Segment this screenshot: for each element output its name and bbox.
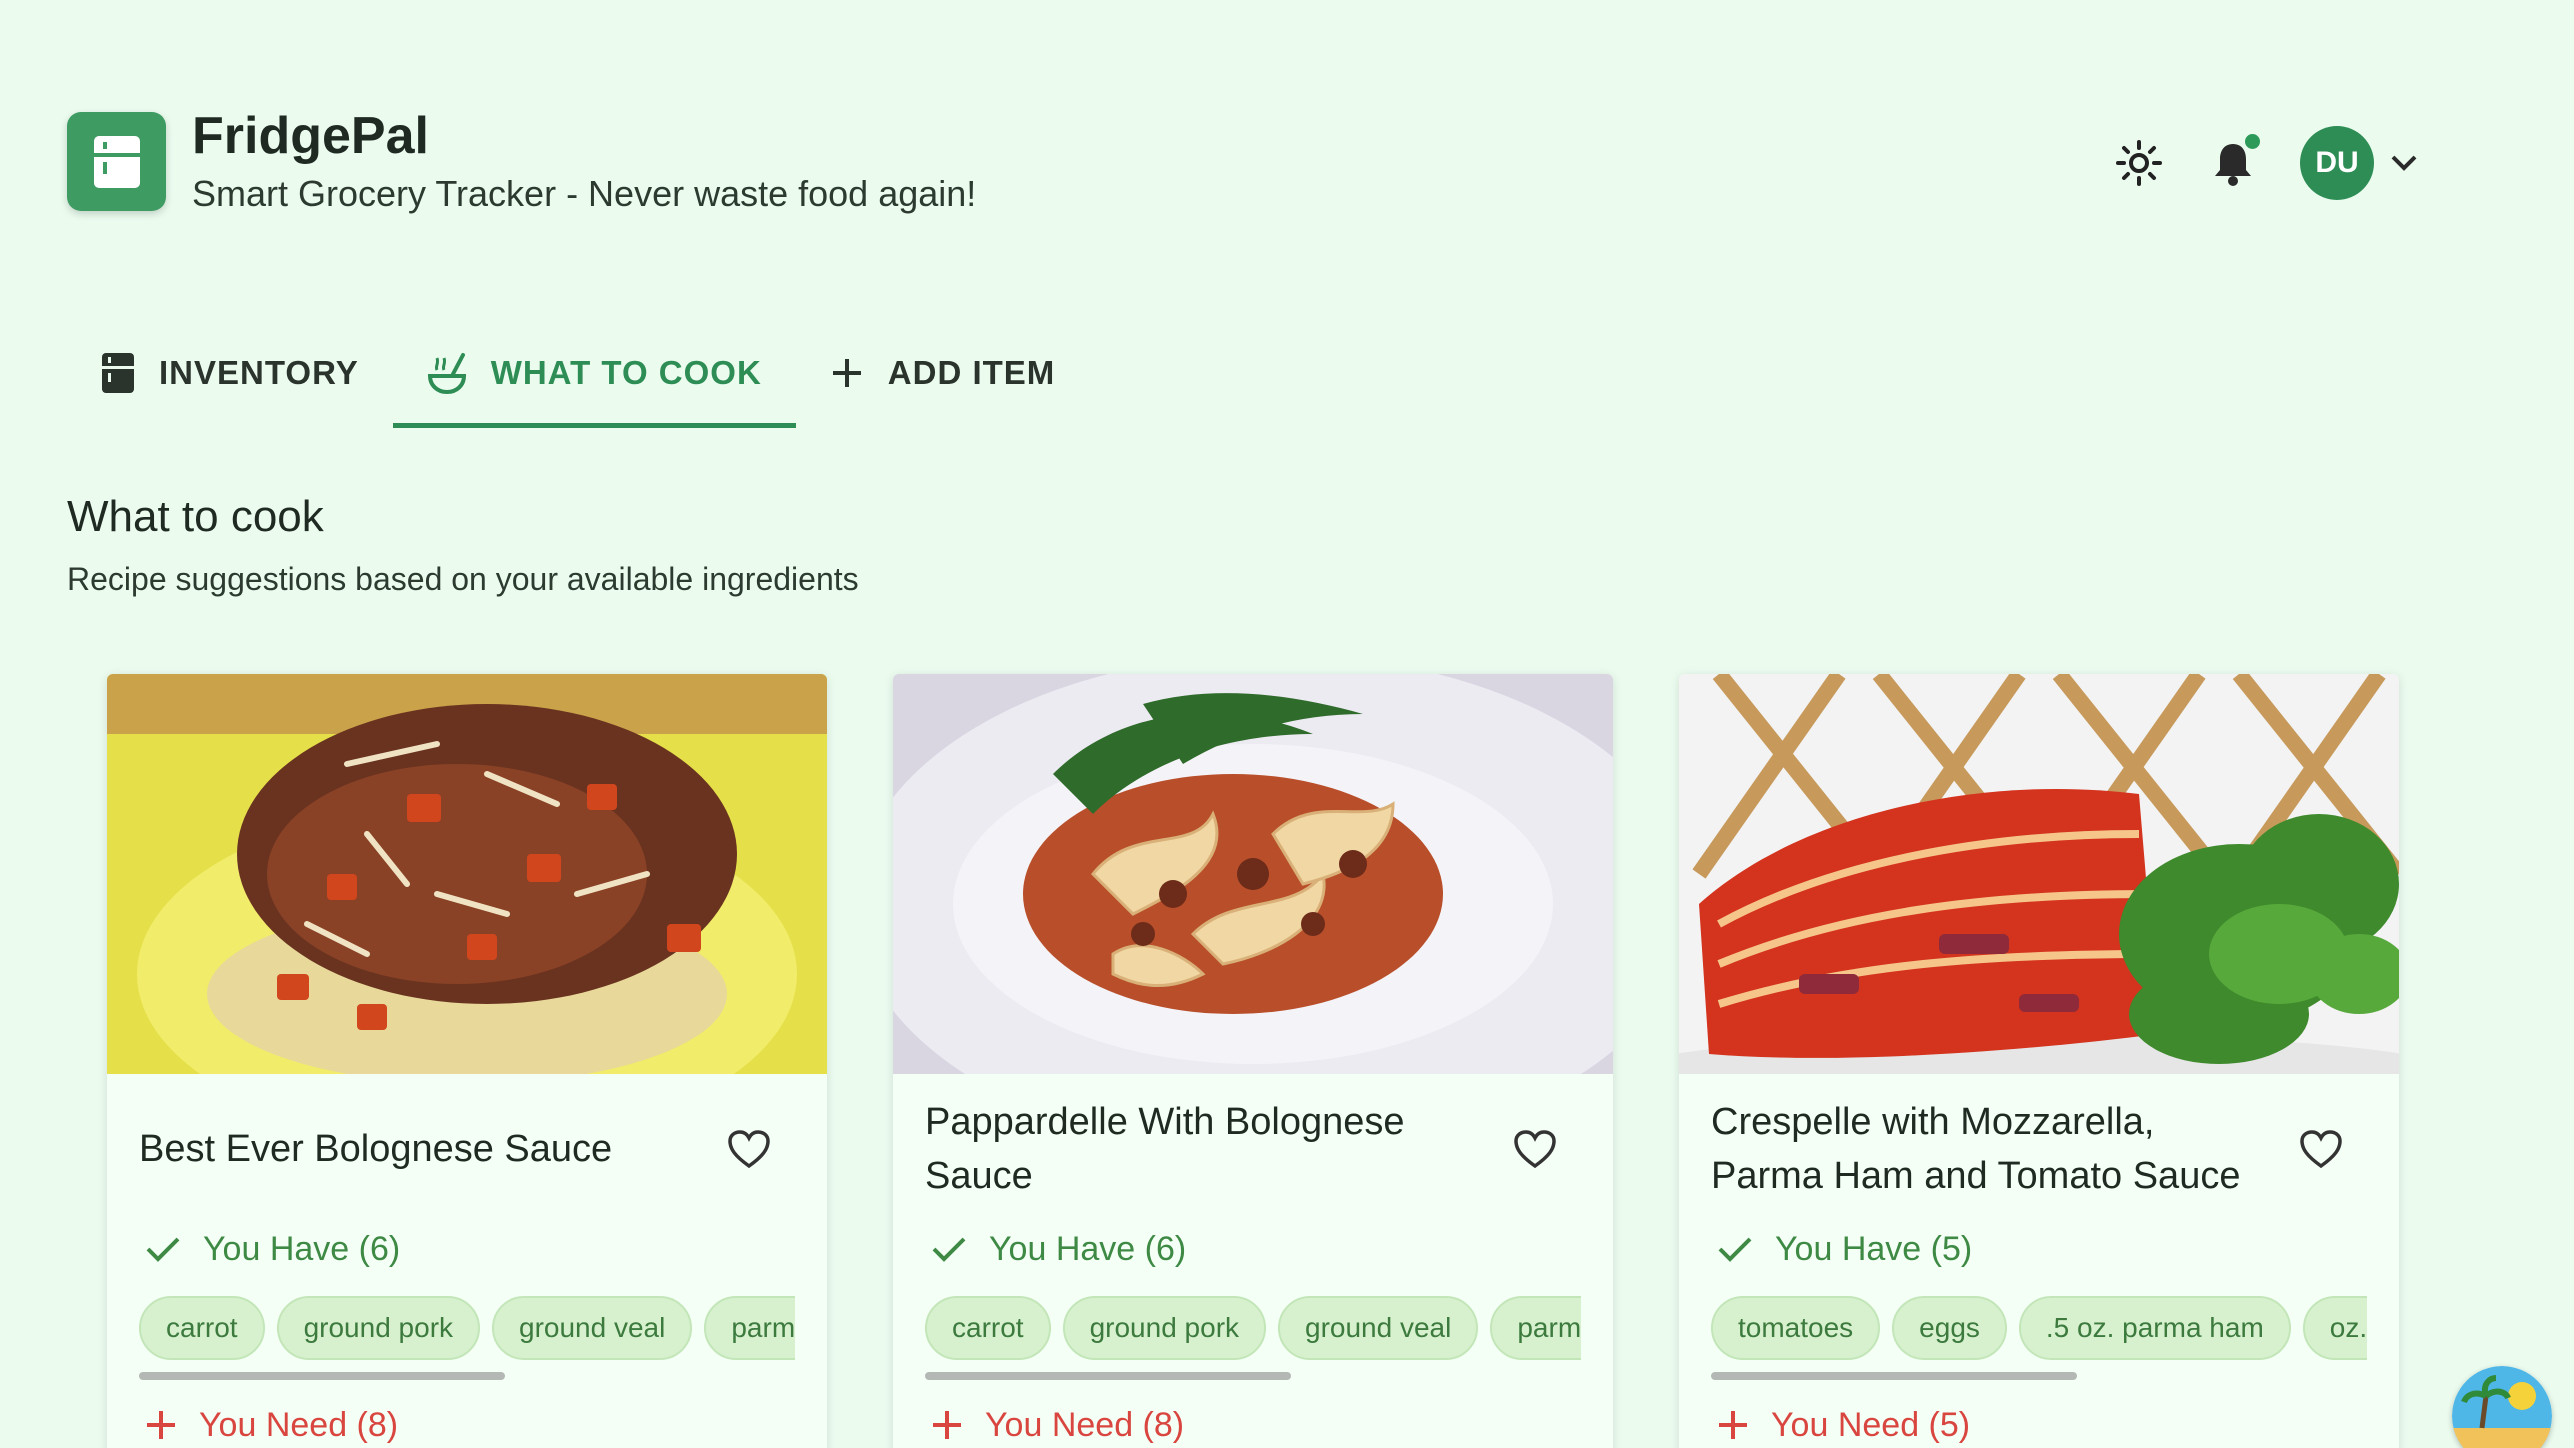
fridge-icon bbox=[102, 353, 134, 393]
plus-icon bbox=[147, 1411, 175, 1439]
you-have-row: You Have (5) bbox=[1711, 1224, 2367, 1274]
card-title-row: Pappardelle With Bolognese Sauce bbox=[925, 1074, 1581, 1224]
section-title: What to cook bbox=[67, 492, 324, 541]
ingredient-chip[interactable]: oz. m bbox=[2302, 1296, 2367, 1360]
recipe-card[interactable]: Crespelle with Mozzarella, Parma Ham and… bbox=[1679, 674, 2399, 1448]
scrollbar-thumb[interactable] bbox=[925, 1372, 1291, 1380]
plus-icon bbox=[832, 359, 861, 387]
recipe-list: Best Ever Bolognese Sauce You Have (6) c… bbox=[107, 674, 2399, 1448]
recipe-image[interactable] bbox=[107, 674, 827, 1074]
fridge-icon[interactable] bbox=[67, 112, 166, 212]
tab-what-to-cook[interactable]: WHAT TO COOK bbox=[392, 318, 796, 428]
you-have-label: You Have (6) bbox=[203, 1229, 401, 1268]
you-have-row: You Have (6) bbox=[925, 1224, 1581, 1274]
you-need-label: You Need (8) bbox=[199, 1405, 399, 1444]
recipe-card[interactable]: Pappardelle With Bolognese Sauce You Hav… bbox=[893, 674, 1613, 1448]
chevron-down-icon[interactable] bbox=[2384, 143, 2424, 183]
tab-label: WHAT TO COOK bbox=[490, 354, 762, 391]
bell-icon[interactable] bbox=[2198, 128, 2268, 198]
recipe-title[interactable]: Crespelle with Mozzarella, Parma Ham and… bbox=[1711, 1095, 2271, 1203]
sun-icon[interactable] bbox=[2104, 128, 2174, 198]
ingredient-chip[interactable]: carrot bbox=[925, 1296, 1051, 1360]
soup-icon bbox=[427, 353, 466, 394]
app-tagline: Smart Grocery Tracker - Never waste food… bbox=[192, 173, 977, 215]
card-body: Crespelle with Mozzarella, Parma Ham and… bbox=[1679, 1074, 2399, 1448]
you-need-label: You Need (8) bbox=[985, 1405, 1185, 1444]
ingredient-chip[interactable]: ground pork bbox=[1062, 1296, 1267, 1360]
you-have-label: You Have (5) bbox=[1775, 1229, 1973, 1268]
card-body: Pappardelle With Bolognese Sauce You Hav… bbox=[893, 1074, 1613, 1448]
check-icon bbox=[146, 1237, 180, 1262]
ingredient-chip[interactable]: eggs bbox=[1892, 1296, 2007, 1360]
notification-dot bbox=[2245, 134, 2260, 149]
scrollbar-thumb[interactable] bbox=[139, 1372, 505, 1380]
you-have-row: You Have (6) bbox=[139, 1224, 795, 1274]
have-chips: tomatoes eggs .5 oz. parma ham oz. m bbox=[1711, 1296, 2367, 1360]
app-header: FridgePal Smart Grocery Tracker - Never … bbox=[67, 107, 977, 215]
you-need-row: You Need (5) bbox=[1711, 1400, 2367, 1448]
plus-icon bbox=[933, 1411, 961, 1439]
ingredient-chip[interactable]: ground pork bbox=[276, 1296, 481, 1360]
card-title-row: Crespelle with Mozzarella, Parma Ham and… bbox=[1711, 1074, 2367, 1224]
recipe-image[interactable] bbox=[893, 674, 1613, 1074]
recipe-card[interactable]: Best Ever Bolognese Sauce You Have (6) c… bbox=[107, 674, 827, 1448]
main-tabs: INVENTORY WHAT TO COOK ADD ITEM bbox=[67, 318, 1089, 428]
card-body: Best Ever Bolognese Sauce You Have (6) c… bbox=[107, 1074, 827, 1448]
you-need-label: You Need (5) bbox=[1771, 1405, 1971, 1444]
chips-scrollbar[interactable] bbox=[1711, 1372, 2367, 1380]
ingredient-chip[interactable]: ground veal bbox=[492, 1296, 693, 1360]
tab-label: ADD ITEM bbox=[887, 354, 1056, 391]
you-need-row: You Need (8) bbox=[925, 1400, 1581, 1448]
avatar[interactable]: DU bbox=[2300, 126, 2374, 200]
tab-add-item[interactable]: ADD ITEM bbox=[796, 318, 1090, 428]
recipe-title[interactable]: Pappardelle With Bolognese Sauce bbox=[925, 1095, 1485, 1203]
heart-icon[interactable] bbox=[1507, 1121, 1563, 1177]
card-title-row: Best Ever Bolognese Sauce bbox=[139, 1074, 795, 1224]
header-actions: DU bbox=[2104, 126, 2424, 200]
you-need-row: You Need (8) bbox=[139, 1400, 795, 1448]
ingredient-chip[interactable]: ground veal bbox=[1278, 1296, 1479, 1360]
check-icon bbox=[932, 1237, 966, 1262]
ingredient-chip[interactable]: tomatoes bbox=[1711, 1296, 1881, 1360]
ingredient-chip[interactable]: parmes bbox=[704, 1296, 795, 1360]
app-title: FridgePal bbox=[192, 107, 429, 165]
tab-label: INVENTORY bbox=[159, 354, 359, 391]
you-have-label: You Have (6) bbox=[989, 1229, 1187, 1268]
plus-icon bbox=[1719, 1411, 1747, 1439]
recipe-image[interactable] bbox=[1679, 674, 2399, 1074]
check-icon bbox=[1718, 1237, 1752, 1262]
heart-icon[interactable] bbox=[721, 1121, 777, 1177]
section-subtitle: Recipe suggestions based on your availab… bbox=[67, 561, 859, 597]
have-chips: carrot ground pork ground veal parmes bbox=[139, 1296, 795, 1360]
chips-scrollbar[interactable] bbox=[925, 1372, 1581, 1380]
ingredient-chip[interactable]: carrot bbox=[139, 1296, 265, 1360]
chips-scrollbar[interactable] bbox=[139, 1372, 795, 1380]
have-chips: carrot ground pork ground veal parmes bbox=[925, 1296, 1581, 1360]
heart-icon[interactable] bbox=[2293, 1121, 2349, 1177]
brand: FridgePal Smart Grocery Tracker - Never … bbox=[192, 107, 977, 215]
ingredient-chip[interactable]: parmes bbox=[1490, 1296, 1581, 1360]
beach-icon[interactable] bbox=[2452, 1366, 2552, 1448]
page: FridgePal Smart Grocery Tracker - Never … bbox=[0, 0, 2574, 1448]
ingredient-chip[interactable]: .5 oz. parma ham bbox=[2018, 1296, 2291, 1360]
tab-inventory[interactable]: INVENTORY bbox=[67, 318, 393, 428]
scrollbar-thumb[interactable] bbox=[1711, 1372, 2077, 1380]
recipe-title[interactable]: Best Ever Bolognese Sauce bbox=[139, 1122, 699, 1176]
